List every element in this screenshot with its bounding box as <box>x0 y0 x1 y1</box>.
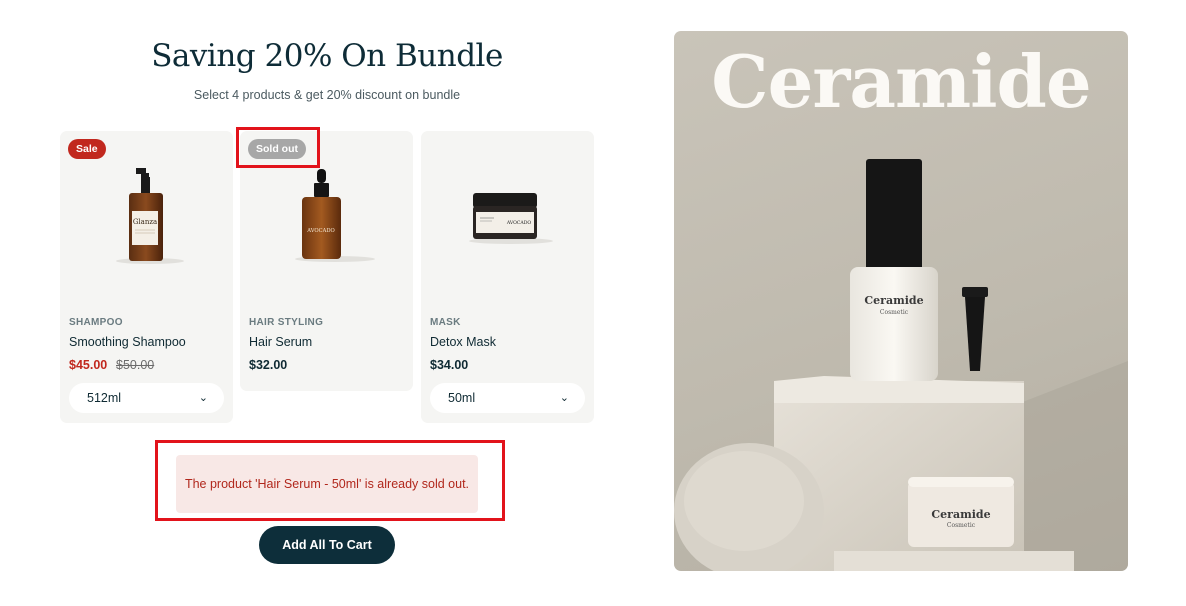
alert-highlight <box>155 440 505 521</box>
variant-select[interactable]: 512ml ⌄ <box>69 383 224 413</box>
product-card-hair-serum[interactable]: Sold out AVOCADO HAIR STYLING Hair Serum… <box>240 131 413 391</box>
compare-at-price: $50.00 <box>116 358 155 372</box>
bundle-subtitle: Select 4 products & get 20% discount on … <box>193 88 461 102</box>
add-all-to-cart-button[interactable]: Add All To Cart <box>259 526 395 564</box>
product-card-smoothing-shampoo[interactable]: Sale Glanza SHAMPOO Smoothing Shampoo $4… <box>60 131 233 423</box>
chevron-down-icon: ⌄ <box>198 392 208 404</box>
bottle-label-text: AVOCADO <box>306 228 335 234</box>
bottle-label-text: Glanza <box>133 218 157 226</box>
hero-banner: Ceramide Cosmetic Ceramide Cosmetic Cera… <box>674 31 1128 571</box>
variant-value: 50ml <box>448 391 476 405</box>
variant-value: 512ml <box>87 391 122 405</box>
product-name[interactable]: Smoothing Shampoo <box>69 335 186 349</box>
jar-label-text: AVOCADO <box>506 220 532 226</box>
hero-brand-title: Ceramide <box>711 39 1091 124</box>
product-price: $32.00 <box>249 358 288 372</box>
product-card-detox-mask[interactable]: AVOCADO MASK Detox Mask $34.00 50ml ⌄ <box>421 131 594 423</box>
product-name[interactable]: Detox Mask <box>430 335 496 349</box>
jar-brand-text: Ceramide <box>931 508 990 521</box>
mask-jar-image[interactable]: AVOCADO <box>421 153 594 273</box>
chevron-down-icon: ⌄ <box>559 392 569 404</box>
bottle-brand-text: Ceramide <box>864 294 923 307</box>
product-category: MASK <box>430 317 461 328</box>
shampoo-bottle-image[interactable]: Glanza <box>60 153 233 273</box>
variant-select[interactable]: 50ml ⌄ <box>430 383 585 413</box>
product-name[interactable]: Hair Serum <box>249 335 312 349</box>
bottle-sublabel-text: Cosmetic <box>880 309 909 316</box>
product-price: $34.00 <box>430 358 469 372</box>
serum-bottle-image[interactable]: AVOCADO <box>240 153 413 273</box>
sold-out-highlight <box>236 127 320 168</box>
product-category: SHAMPOO <box>69 317 123 328</box>
jar-sublabel-text: Cosmetic <box>947 522 976 529</box>
product-category: HAIR STYLING <box>249 317 324 328</box>
product-price: $45.00 <box>69 358 108 372</box>
bundle-title: Saving 20% On Bundle <box>151 38 503 74</box>
